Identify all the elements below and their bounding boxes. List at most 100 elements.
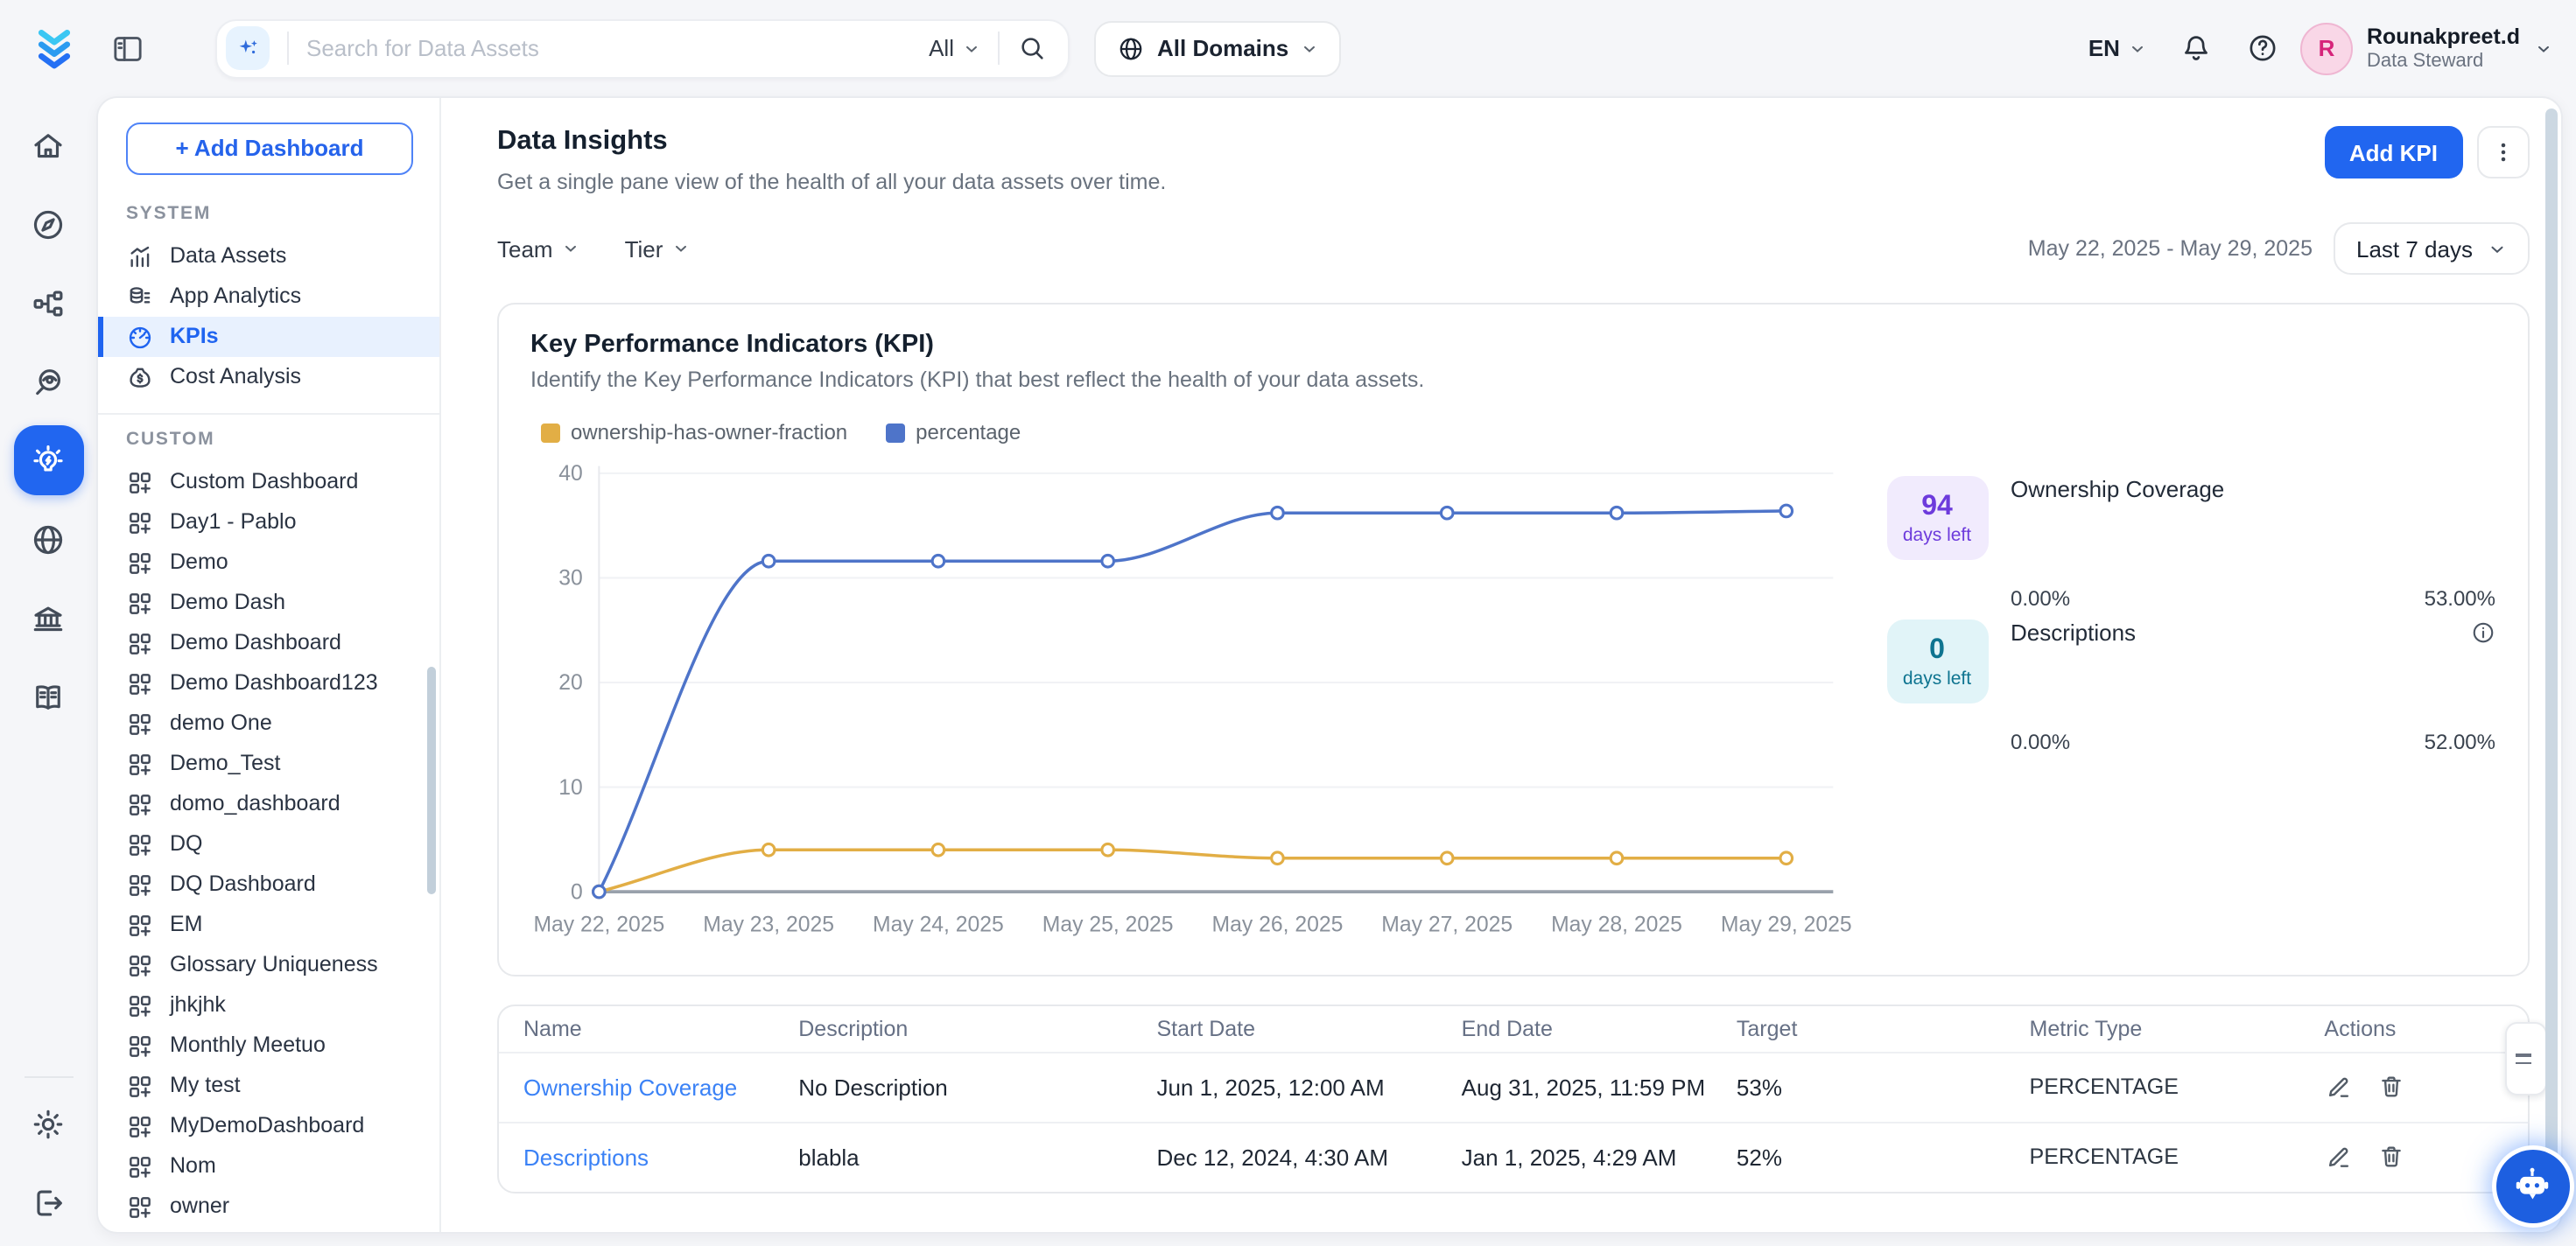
section-title-custom: CUSTOM — [126, 429, 411, 450]
table-row-ownership-coverage: Ownership Coverage No Description Jun 1,… — [499, 1051, 2527, 1121]
kpi-summary-ownership-coverage: 94days left Ownership Coverage 0.00%53.0… — [1886, 476, 2495, 560]
search-input[interactable] — [306, 35, 929, 61]
sidebar-item-demo-test[interactable]: Demo_Test — [98, 744, 439, 784]
sidebar-item-custom-dashboard[interactable]: Custom Dashboard — [98, 462, 439, 502]
sidebar-item-label: Monthly Meetuo — [170, 1032, 326, 1059]
robot-icon — [2509, 1163, 2556, 1210]
rail-item-insights[interactable] — [13, 425, 83, 495]
sidebar-item-my-test[interactable]: My test — [98, 1066, 439, 1106]
kpi-table: NameDescriptionStart DateEnd DateTargetM… — [497, 1004, 2529, 1193]
user-avatar: R — [2300, 22, 2353, 74]
add-kpi-button[interactable]: Add KPI — [2325, 126, 2462, 178]
help-icon[interactable] — [2237, 22, 2290, 74]
sidebar-item-dq-dashboard[interactable]: DQ Dashboard — [98, 864, 439, 905]
sidebar-item-app-analytics[interactable]: App Analytics — [98, 276, 439, 317]
dashboard-add-icon — [126, 911, 154, 939]
sidebar-item-owner[interactable]: owner — [98, 1186, 439, 1227]
dashboard-add-icon — [126, 549, 154, 577]
dashboard-add-icon — [126, 1032, 154, 1060]
rail-item-lineage[interactable] — [13, 268, 83, 338]
rail-item-web[interactable] — [13, 504, 83, 574]
tier-filter-dropdown[interactable]: Tier — [625, 235, 690, 262]
language-dropdown[interactable]: EN — [2088, 35, 2146, 61]
ai-sparkles-icon[interactable] — [226, 26, 270, 70]
add-dashboard-button[interactable]: + Add Dashboard — [126, 122, 413, 175]
book-icon — [30, 678, 67, 715]
all-domains-dropdown[interactable]: All Domains — [1094, 20, 1341, 76]
delete-kpi-button[interactable] — [2376, 1143, 2404, 1171]
sidebar-item-data-assets[interactable]: Data Assets — [98, 236, 439, 276]
sidebar-item-domo-dashboard[interactable]: domo_dashboard — [98, 784, 439, 824]
sidebar-item-em[interactable]: EM — [98, 905, 439, 945]
more-options-kebab-icon[interactable] — [2476, 126, 2529, 178]
sidebar-item-mydemodashboard[interactable]: MyDemoDashboard — [98, 1106, 439, 1146]
kpi-metric-type-cell: PERCENTAGE — [2030, 1074, 2325, 1099]
team-filter-dropdown[interactable]: Team — [497, 235, 579, 262]
sidebar-item-demo-one[interactable]: demo One — [98, 704, 439, 744]
legend-item-percentage[interactable]: percentage — [886, 420, 1021, 444]
dashboard-add-icon — [126, 750, 154, 778]
rail-item-home[interactable] — [13, 110, 83, 180]
sidebar-item-monthly-meetuo[interactable]: Monthly Meetuo — [98, 1026, 439, 1066]
column-header-end-date: End Date — [1462, 1016, 1737, 1040]
globe-icon — [1117, 34, 1145, 62]
dashboard-add-icon — [126, 871, 154, 899]
kpi-name-link[interactable]: Descriptions — [523, 1144, 649, 1170]
legend-item-ownership-has-owner-fraction[interactable]: ownership-has-owner-fraction — [541, 420, 847, 444]
delete-kpi-button[interactable] — [2376, 1073, 2404, 1101]
period-dropdown[interactable]: Last 7 days — [2334, 222, 2529, 275]
column-header-name: Name — [523, 1016, 798, 1040]
svg-text:30: 30 — [558, 567, 583, 591]
search-scope-dropdown[interactable]: All — [929, 35, 980, 61]
rail-item-explore[interactable] — [13, 189, 83, 259]
sidebar-item-search-dashboard[interactable]: Search Dashboard — [98, 1227, 439, 1232]
user-menu[interactable]: R Rounakpreet.d Data Steward — [2300, 22, 2551, 74]
dashboard-add-icon — [126, 1193, 154, 1221]
sidebar-item-cost-analysis[interactable]: Cost Analysis — [98, 357, 439, 397]
days-left-badge: 94days left — [1886, 476, 1988, 560]
info-icon[interactable] — [2469, 620, 2495, 646]
sidebar-item-jhkjhk[interactable]: jhkjhk — [98, 985, 439, 1026]
kpi-summaries: 94days left Ownership Coverage 0.00%53.0… — [1851, 416, 2495, 956]
app-logo-icon[interactable] — [32, 25, 77, 71]
kpi-target-value: 52.00% — [2425, 730, 2495, 754]
sidebar-item-dq[interactable]: DQ — [98, 824, 439, 864]
sidebar-item-label: Demo_Test — [170, 751, 280, 777]
kpi-name-link[interactable]: Ownership Coverage — [523, 1074, 737, 1100]
sidebar-item-day1-pablo[interactable]: Day1 - Pablo — [98, 502, 439, 542]
dashboard-add-icon — [126, 790, 154, 818]
chat-assistant-button[interactable] — [2495, 1150, 2569, 1223]
sidebar-item-demo-dashboard123[interactable]: Demo Dashboard123 — [98, 663, 439, 704]
chevron-down-icon — [2534, 39, 2551, 57]
rail-item-settings[interactable] — [13, 1088, 83, 1158]
legend-label: percentage — [916, 420, 1021, 444]
sidebar-item-demo[interactable]: Demo — [98, 542, 439, 583]
edit-kpi-button[interactable] — [2324, 1073, 2352, 1101]
table-row-descriptions: Descriptions blabla Dec 12, 2024, 4:30 A… — [499, 1121, 2527, 1191]
search-icon[interactable] — [1017, 33, 1047, 63]
sidebar-item-kpis[interactable]: KPIs — [98, 317, 439, 357]
notifications-bell-icon[interactable] — [2171, 22, 2223, 74]
rail-item-logout[interactable] — [13, 1167, 83, 1237]
days-left-badge: 0days left — [1886, 620, 1988, 704]
rail-item-discovery[interactable] — [13, 346, 83, 416]
sidebar-item-nom[interactable]: Nom — [98, 1146, 439, 1186]
sidebar-item-demo-dashboard[interactable]: Demo Dashboard — [98, 623, 439, 663]
rail-item-governance[interactable] — [13, 583, 83, 653]
edit-kpi-button[interactable] — [2324, 1143, 2352, 1171]
kpi-progress-bar — [2011, 646, 2495, 730]
sidebar-toggle-icon[interactable] — [103, 24, 152, 73]
sidebar-item-label: owner — [170, 1194, 229, 1220]
kpi-current-value: 0.00% — [2011, 730, 2070, 754]
sidebar-scrollbar[interactable] — [427, 667, 436, 894]
icon-rail — [0, 96, 96, 1246]
sidebar-item-glossary-uniqueness[interactable]: Glossary Uniqueness — [98, 945, 439, 985]
collapsed-widget-tab[interactable] — [2504, 1022, 2546, 1096]
dashboard-add-icon — [126, 1112, 154, 1140]
sidebar-item-label: My test — [170, 1073, 241, 1099]
main-scrollbar[interactable] — [2544, 108, 2557, 1214]
sidebar-item-demo-dash[interactable]: Demo Dash — [98, 583, 439, 623]
divider — [998, 32, 1000, 65]
rail-item-knowledge[interactable] — [13, 662, 83, 732]
sidebar-item-label: Data Assets — [170, 243, 286, 270]
